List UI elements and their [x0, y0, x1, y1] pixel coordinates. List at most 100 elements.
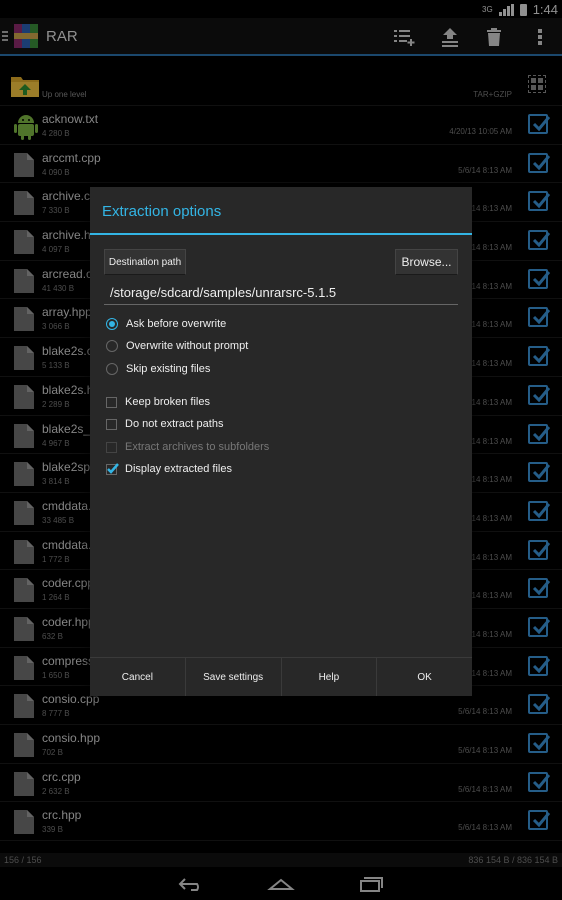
- file-checkbox[interactable]: [528, 655, 551, 676]
- option-label: Do not extract paths: [125, 418, 224, 430]
- file-checkbox[interactable]: [528, 616, 551, 637]
- trash-icon[interactable]: [479, 22, 509, 52]
- file-row[interactable]: acknow.txt 4 280 B 4/20/13 10:05 AM: [0, 106, 562, 145]
- checkbox-extract-archives-to-subfolders: Extract archives to subfolders: [106, 441, 269, 453]
- file-icon: [13, 732, 35, 758]
- checkbox-unchecked-icon: [106, 418, 117, 430]
- file-size: 1 264 B: [42, 593, 70, 603]
- total-size: 836 154 B / 836 154 B: [468, 855, 558, 865]
- file-size: 2 632 B: [42, 786, 70, 796]
- file-name: array.hpp: [42, 305, 92, 320]
- file-checkbox[interactable]: [528, 423, 551, 444]
- file-checkbox[interactable]: [528, 114, 551, 134]
- file-size: 41 430 B: [42, 283, 75, 293]
- file-checkbox[interactable]: [528, 462, 551, 483]
- file-name: consio.hpp: [42, 731, 101, 745]
- file-checkbox[interactable]: [528, 810, 551, 831]
- file-size: 33 485 B: [42, 515, 75, 525]
- file-checkbox[interactable]: [528, 346, 551, 367]
- file-name: coder.hpp: [42, 614, 95, 629]
- radio-unselected-icon: [106, 340, 118, 352]
- file-icon: [13, 461, 35, 487]
- file-size: 4 967 B: [42, 438, 70, 448]
- option-label: Keep broken files: [125, 396, 210, 408]
- clock: 1:44: [532, 2, 558, 17]
- file-icon: [13, 693, 35, 719]
- file-date: 5/6/14 8:13 AM: [458, 746, 512, 755]
- ok-button[interactable]: OK: [377, 658, 472, 696]
- action-bar: RAR: [0, 18, 562, 56]
- checkbox-do-not-extract-paths[interactable]: Do not extract paths: [106, 418, 223, 430]
- archive-format-label: TAR+GZIP: [473, 90, 512, 99]
- file-checkbox[interactable]: [528, 500, 551, 521]
- file-checkbox[interactable]: [528, 191, 551, 212]
- option-label: Extract archives to subfolders: [125, 441, 270, 453]
- file-size: 1 772 B: [42, 554, 70, 564]
- checkbox-keep-broken-files[interactable]: Keep broken files: [106, 396, 210, 408]
- network-type: 3G: [482, 5, 493, 14]
- status-bar: 3G 1:44: [0, 0, 562, 18]
- file-checkbox[interactable]: [528, 733, 551, 753]
- drawer-icon[interactable]: [2, 31, 8, 43]
- cancel-button[interactable]: Cancel: [90, 658, 186, 696]
- file-checkbox[interactable]: [528, 268, 551, 289]
- file-checkbox[interactable]: [528, 694, 551, 715]
- overflow-menu-icon[interactable]: [525, 22, 555, 52]
- file-size: 3 066 B: [42, 322, 70, 332]
- file-icon: [13, 577, 35, 603]
- signal-icon: [498, 3, 514, 16]
- recent-apps-icon[interactable]: [351, 873, 391, 895]
- file-size: 1 650 B: [42, 670, 70, 680]
- file-checkbox[interactable]: [528, 230, 551, 251]
- grid-view-icon[interactable]: [528, 75, 546, 93]
- radio-skip-existing-files[interactable]: Skip existing files: [106, 363, 210, 375]
- option-label: Skip existing files: [126, 363, 211, 375]
- file-icon: [13, 384, 35, 410]
- extraction-options-dialog: Extraction options Destination path Brow…: [90, 187, 472, 696]
- file-date: 5/6/14 8:13 AM: [458, 165, 512, 175]
- file-icon: [13, 500, 35, 526]
- save-settings-button[interactable]: Save settings: [186, 658, 282, 696]
- file-size: 2 289 B: [42, 399, 70, 409]
- dialog-button-bar: Cancel Save settings Help OK: [90, 657, 472, 696]
- file-icon: [13, 152, 35, 178]
- file-size: 702 B: [42, 748, 63, 757]
- option-label: Ask before overwrite: [126, 318, 227, 330]
- radio-ask-before-overwrite[interactable]: Ask before overwrite: [106, 318, 226, 330]
- file-date: 4/20/13 10:05 AM: [449, 127, 512, 136]
- destination-path-input[interactable]: /storage/sdcard/samples/unrarsrc-5.1.5: [104, 283, 458, 305]
- checkbox-disabled-icon: [106, 441, 117, 453]
- file-checkbox[interactable]: [528, 539, 551, 560]
- status-indicators: 3G 1:44: [482, 2, 558, 17]
- checkbox-display-extracted-files[interactable]: Display extracted files: [106, 462, 232, 475]
- up-one-level-row[interactable]: Up one level TAR+GZIP: [0, 58, 562, 106]
- upload-icon[interactable]: [435, 22, 465, 52]
- file-row[interactable]: crc.hpp 339 B 5/6/14 8:13 AM: [0, 802, 562, 842]
- file-checkbox[interactable]: [528, 578, 551, 599]
- file-row[interactable]: arccmt.cpp 4 090 B 5/6/14 8:13 AM: [0, 145, 562, 184]
- file-size: 4 280 B: [42, 129, 70, 138]
- file-row[interactable]: crc.cpp 2 632 B 5/6/14 8:13 AM: [0, 764, 562, 803]
- item-count: 156 / 156: [4, 855, 42, 865]
- file-checkbox[interactable]: [528, 307, 551, 328]
- file-icon: [13, 616, 35, 642]
- back-icon[interactable]: [171, 873, 211, 895]
- rar-app-icon[interactable]: [14, 24, 38, 48]
- file-row[interactable]: consio.hpp 702 B 5/6/14 8:13 AM: [0, 725, 562, 764]
- dialog-title: Extraction options: [102, 203, 222, 220]
- radio-overwrite-without-prompt[interactable]: Overwrite without prompt: [106, 340, 248, 352]
- file-checkbox[interactable]: [528, 152, 551, 173]
- file-icon: [13, 423, 35, 449]
- destination-path-button[interactable]: Destination path: [104, 249, 186, 275]
- browse-button[interactable]: Browse...: [395, 249, 458, 275]
- help-button[interactable]: Help: [282, 658, 378, 696]
- file-checkbox[interactable]: [528, 771, 551, 792]
- folder-up-icon: [10, 72, 40, 98]
- battery-icon: [519, 3, 527, 16]
- file-icon: [13, 809, 35, 835]
- file-checkbox[interactable]: [528, 384, 551, 405]
- title-divider: [90, 233, 472, 235]
- select-all-icon[interactable]: [389, 22, 419, 52]
- home-icon[interactable]: [261, 873, 301, 895]
- file-size: 8 777 B: [42, 709, 70, 719]
